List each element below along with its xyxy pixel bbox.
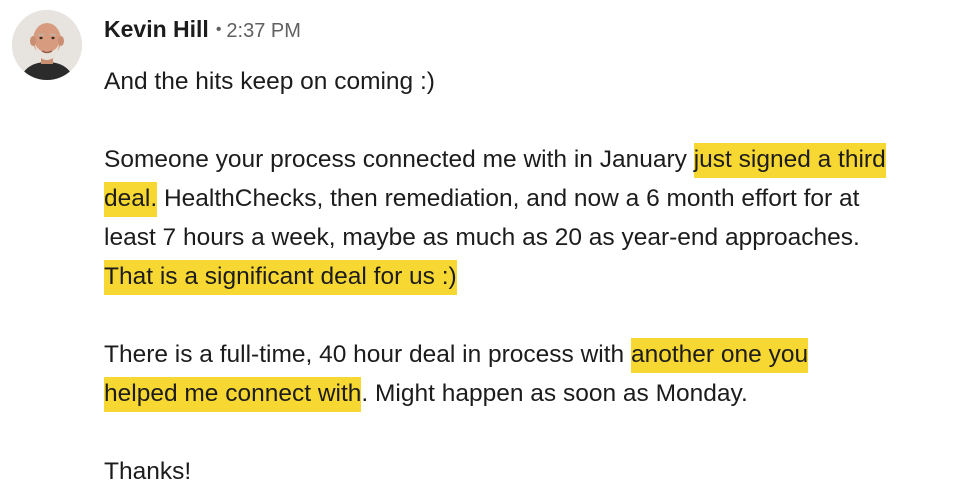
message-line: And the hits keep on coming :)	[104, 62, 964, 101]
message-line: deal. HealthChecks, then remediation, an…	[104, 179, 964, 218]
highlighted-text: another one you	[631, 338, 809, 373]
message-text: least 7 hours a week, maybe as much as 2…	[104, 224, 860, 251]
sender-name[interactable]: Kevin Hill	[104, 16, 209, 43]
message-text: Someone your process connected me with i…	[104, 146, 694, 173]
highlighted-text: That is a significant deal for us :)	[104, 260, 457, 295]
message-text: There is a full-time, 40 hour deal in pr…	[104, 341, 631, 368]
message-text: Thanks!	[104, 458, 192, 485]
message-line: Someone your process connected me with i…	[104, 140, 964, 179]
message-line: There is a full-time, 40 hour deal in pr…	[104, 335, 964, 374]
message-timestamp[interactable]: 2:37 PM	[226, 20, 300, 43]
message-line: helped me connect with. Might happen as …	[104, 374, 964, 413]
message-line: least 7 hours a week, maybe as much as 2…	[104, 218, 964, 257]
message-line: That is a significant deal for us :)	[104, 257, 964, 296]
highlighted-text: helped me connect with	[104, 377, 362, 412]
person-avatar-icon	[12, 10, 82, 80]
highlighted-text: deal.	[104, 182, 158, 217]
header-separator: •	[215, 21, 222, 38]
message-line: Thanks!	[104, 452, 964, 491]
message-text: HealthChecks, then remediation, and now …	[157, 185, 860, 212]
message-text: And the hits keep on coming :)	[104, 68, 435, 95]
message-body: And the hits keep on coming :) Someone y…	[104, 62, 964, 491]
message-header: Kevin Hill • 2:37 PM	[104, 16, 301, 50]
highlighted-text: just signed a third	[693, 143, 886, 178]
chat-message: Kevin Hill • 2:37 PM And the hits keep o…	[0, 0, 970, 503]
message-text: . Might happen as soon as Monday.	[361, 380, 748, 407]
avatar[interactable]	[12, 10, 82, 80]
